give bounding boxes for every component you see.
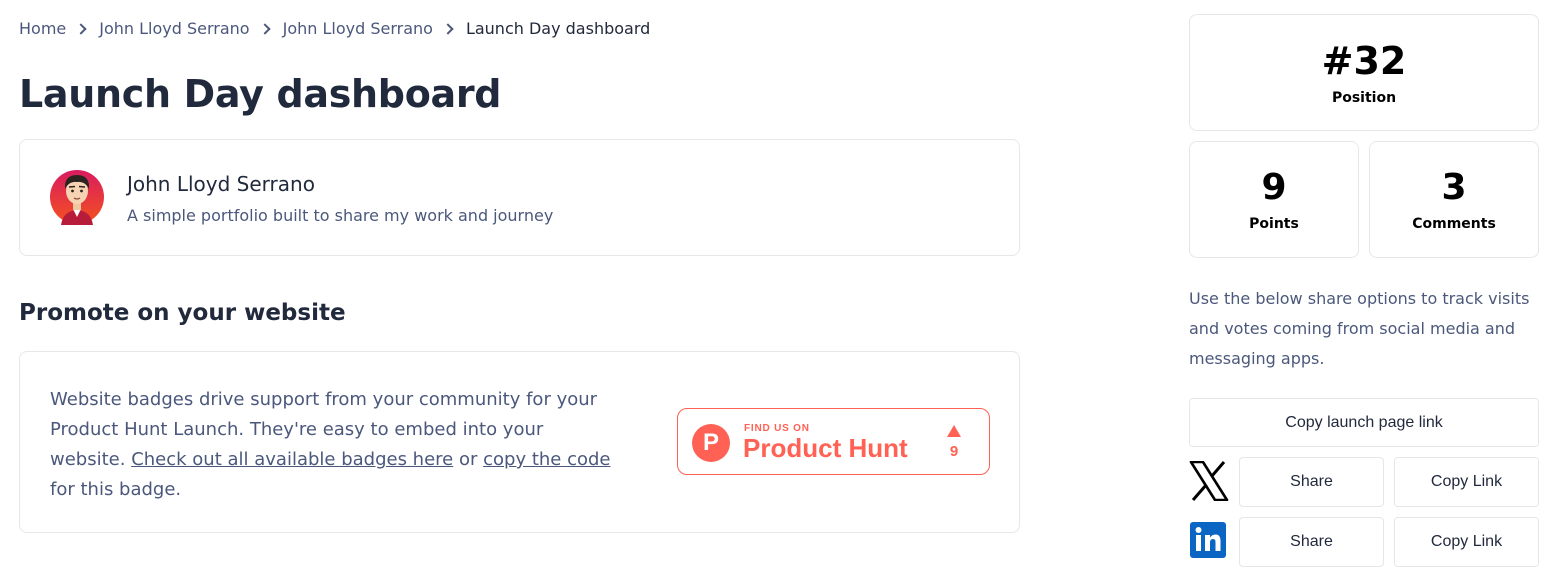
comments-label: Comments <box>1412 216 1496 232</box>
breadcrumb: Home John Lloyd Serrano John Lloyd Serra… <box>19 19 650 38</box>
avatar <box>50 170 104 225</box>
share-info-text: Use the below share options to track vis… <box>1189 289 1530 368</box>
comments-stat-card: 3 Comments <box>1369 141 1539 258</box>
linkedin-logo-icon <box>1190 522 1226 558</box>
breadcrumb-home[interactable]: Home <box>19 19 66 38</box>
product-hunt-badge[interactable]: P FIND US ON Product Hunt 9 <box>677 408 990 475</box>
all-badges-link[interactable]: Check out all available badges here <box>131 449 453 470</box>
x-logo-icon <box>1189 461 1229 501</box>
x-share-button[interactable]: Share <box>1239 457 1384 507</box>
copy-launch-link-button[interactable]: Copy launch page link <box>1189 398 1539 447</box>
product-card[interactable]: John Lloyd Serrano A simple portfolio bu… <box>19 139 1020 256</box>
product-hunt-logo-icon: P <box>692 424 730 462</box>
points-value: 9 <box>1261 167 1287 208</box>
breadcrumb-product[interactable]: John Lloyd Serrano <box>283 19 433 38</box>
chevron-right-icon <box>75 22 87 35</box>
position-value: #32 <box>1321 39 1407 83</box>
linkedin-copy-link-button[interactable]: Copy Link <box>1394 517 1539 567</box>
comments-value: 3 <box>1441 167 1467 208</box>
breadcrumb-maker[interactable]: John Lloyd Serrano <box>99 19 249 38</box>
copy-code-link[interactable]: copy the code <box>483 449 610 470</box>
linkedin-share-button[interactable]: Share <box>1239 517 1384 567</box>
product-tagline: A simple portfolio built to share my wor… <box>127 206 554 225</box>
product-name[interactable]: John Lloyd Serrano <box>127 172 315 196</box>
upvote-arrow-icon <box>947 425 961 437</box>
position-stat-card: #32 Position <box>1189 14 1539 131</box>
promote-text-part: for this badge. <box>50 479 182 500</box>
position-label: Position <box>1331 90 1397 106</box>
promote-card: Website badges drive support from your c… <box>19 351 1020 533</box>
page-title: Launch Day dashboard <box>19 72 502 116</box>
points-label: Points <box>1249 216 1299 232</box>
promote-text-part: or <box>453 449 484 470</box>
badge-vote-count: 9 <box>949 443 959 460</box>
x-copy-link-button[interactable]: Copy Link <box>1394 457 1539 507</box>
points-stat-card: 9 Points <box>1189 141 1359 258</box>
chevron-right-icon <box>258 22 271 35</box>
badge-product-hunt-text: Product Hunt <box>743 433 908 463</box>
promote-description: Website badges drive support from your c… <box>50 385 620 505</box>
breadcrumb-current: Launch Day dashboard <box>465 19 651 38</box>
chevron-right-icon <box>442 22 454 35</box>
promote-section-title: Promote on your website <box>19 300 346 326</box>
